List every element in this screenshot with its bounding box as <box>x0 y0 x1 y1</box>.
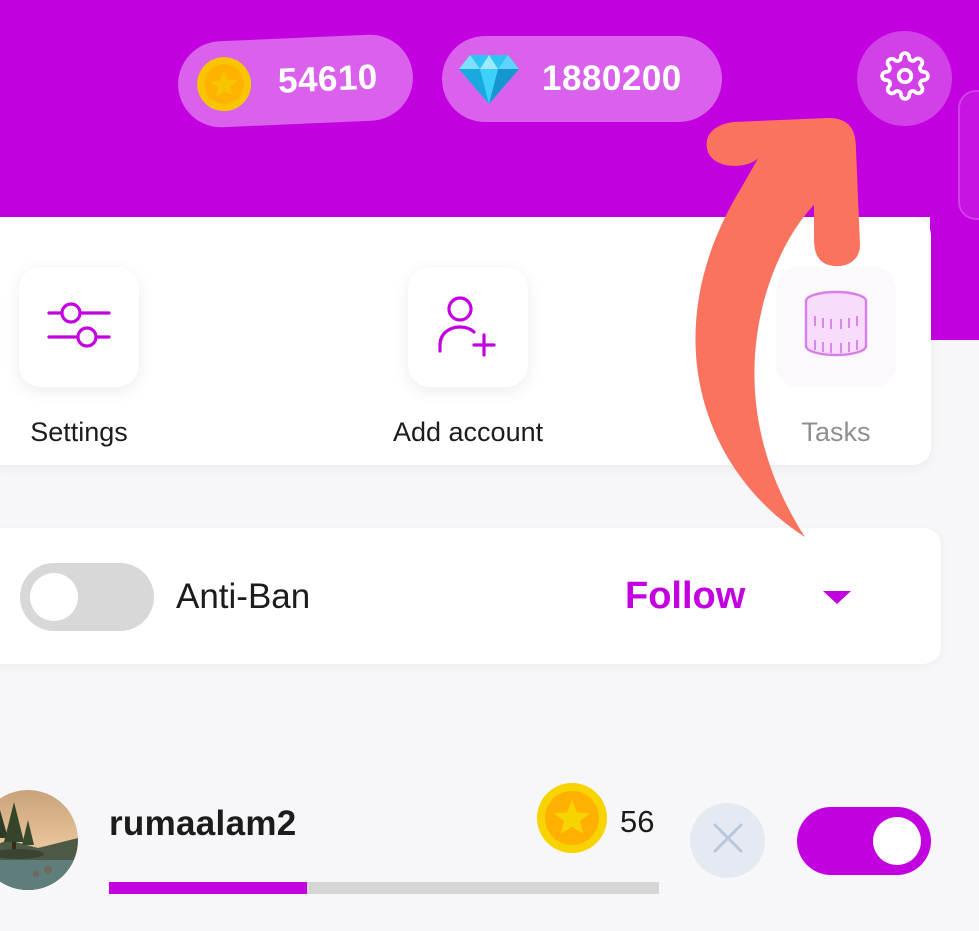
task-progress-bar <box>109 882 659 894</box>
action-settings[interactable]: Settings <box>19 267 139 448</box>
gems-balance-pill[interactable]: 1880200 <box>442 36 722 122</box>
settings-gear-button[interactable] <box>857 31 952 126</box>
task-progress-fill <box>109 882 307 894</box>
action-tasks-label: Tasks <box>801 417 871 447</box>
action-add-account-label: Add account <box>393 417 544 447</box>
sliders-icon <box>47 293 111 362</box>
side-panel-edge <box>958 90 979 220</box>
anti-ban-label: Anti-Ban <box>176 577 311 616</box>
action-settings-tile[interactable] <box>19 267 139 387</box>
close-icon <box>711 821 745 860</box>
anti-ban-toggle-knob <box>30 573 78 621</box>
user-plus-icon <box>436 293 500 362</box>
mode-bar: Anti-Ban Follow <box>0 528 941 664</box>
chevron-down-icon[interactable] <box>823 591 851 604</box>
action-tasks[interactable]: Tasks <box>776 267 896 448</box>
gems-balance-value: 1880200 <box>542 59 682 98</box>
dismiss-button[interactable] <box>690 803 765 878</box>
gear-icon <box>879 51 930 106</box>
task-enable-toggle-knob <box>873 817 921 865</box>
task-row: rumaalam2 56 <box>0 780 979 910</box>
coin-star-icon <box>195 55 253 113</box>
anti-ban-toggle[interactable] <box>20 563 154 631</box>
coins-balance-value: 54610 <box>277 57 379 101</box>
diamond-icon <box>458 53 520 105</box>
quick-actions-card: Settings Add account Tasks <box>0 217 931 465</box>
task-reward-value: 56 <box>620 804 655 839</box>
action-tasks-tile[interactable] <box>776 267 896 387</box>
coins-balance-pill[interactable]: 54610 <box>176 32 415 130</box>
avatar <box>0 790 78 890</box>
coin-star-icon <box>536 782 608 854</box>
action-add-account[interactable]: Add account <box>393 267 543 448</box>
coin-stack-icon <box>799 288 873 367</box>
task-enable-toggle[interactable] <box>797 807 931 875</box>
header-background-extension <box>930 217 979 340</box>
action-add-account-tile[interactable] <box>408 267 529 387</box>
mode-select-value[interactable]: Follow <box>625 575 745 618</box>
action-settings-label: Settings <box>30 417 128 447</box>
task-username: rumaalam2 <box>109 804 297 843</box>
